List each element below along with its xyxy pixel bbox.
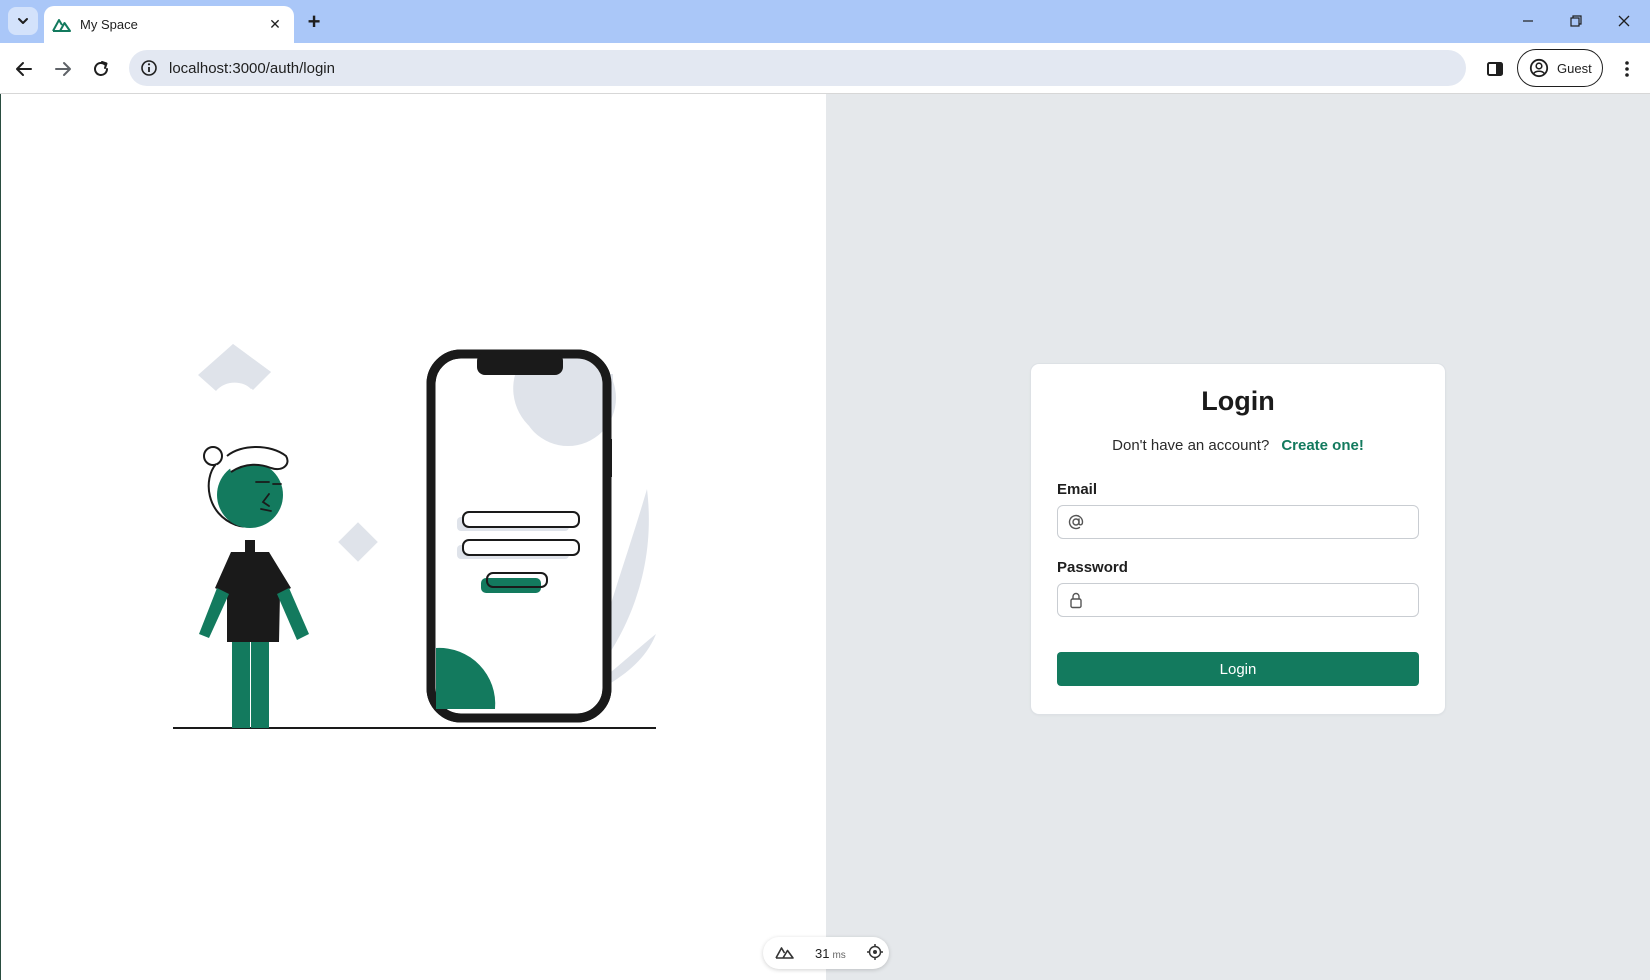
more-vertical-icon	[1625, 61, 1629, 77]
inspect-target-icon[interactable]	[866, 943, 884, 964]
create-account-link[interactable]: Create one!	[1281, 437, 1364, 454]
phone-notch	[477, 353, 563, 375]
password-input[interactable]	[1094, 585, 1418, 615]
restore-icon	[1570, 15, 1582, 27]
email-label: Email	[1057, 481, 1098, 498]
login-card: Login Don't have an account? Create one! …	[1031, 364, 1445, 714]
signup-prompt-line: Don't have an account? Create one!	[1031, 437, 1445, 454]
login-button[interactable]: Login	[1057, 652, 1419, 686]
account-circle-icon	[1529, 58, 1549, 78]
side-panel-icon	[1487, 62, 1503, 76]
nuxt-logo-icon[interactable]	[775, 945, 795, 962]
chevron-down-icon	[18, 18, 28, 24]
back-button[interactable]	[10, 55, 38, 83]
tab-search-button[interactable]	[8, 7, 38, 35]
tab-close-icon[interactable]: ✕	[266, 16, 284, 34]
password-label: Password	[1057, 559, 1128, 576]
login-title: Login	[1201, 386, 1275, 416]
nuxt-logo-icon	[52, 15, 72, 35]
page-content: Login Don't have an account? Create one! …	[0, 94, 1650, 980]
password-field[interactable]	[1057, 583, 1419, 617]
tab-title: My Space	[80, 17, 138, 32]
person-head	[217, 462, 283, 528]
illustration-pane	[0, 94, 826, 980]
address-bar[interactable]: localhost:3000/auth/login	[129, 50, 1466, 86]
window-restore-button[interactable]	[1560, 8, 1592, 34]
browser-tab-active[interactable]: My Space ✕	[44, 6, 294, 43]
decor-diamond	[338, 522, 378, 562]
render-time: 31 ms	[815, 945, 846, 961]
new-tab-button[interactable]: +	[302, 10, 326, 34]
at-sign-icon	[1058, 506, 1094, 538]
reload-button[interactable]	[87, 55, 115, 83]
nuxt-devtools-pill[interactable]: 31 ms	[763, 937, 889, 969]
lock-icon	[1058, 584, 1094, 616]
email-input[interactable]	[1094, 507, 1418, 537]
person-leg-right	[251, 642, 269, 728]
window-minimize-button[interactable]	[1512, 8, 1544, 34]
phone-side-button	[607, 439, 612, 477]
signup-prompt: Don't have an account?	[1112, 437, 1270, 454]
profile-label: Guest	[1557, 60, 1592, 76]
email-field[interactable]	[1057, 505, 1419, 539]
minimize-icon	[1523, 20, 1533, 22]
close-icon	[1618, 15, 1630, 27]
login-illustration	[173, 344, 656, 729]
person-arm-left	[199, 588, 229, 638]
decor-shape-top	[198, 344, 271, 391]
side-panel-button[interactable]	[1482, 56, 1508, 82]
window-close-button[interactable]	[1608, 8, 1640, 34]
profile-button[interactable]: Guest	[1517, 49, 1603, 87]
browser-tabstrip: My Space ✕ +	[0, 0, 1650, 43]
site-info-icon[interactable]	[139, 58, 159, 78]
reload-icon	[94, 61, 108, 76]
person-arm-right	[277, 588, 309, 640]
login-pane: Login Don't have an account? Create one! …	[826, 94, 1650, 980]
arrow-right-icon	[55, 62, 71, 76]
address-url[interactable]: localhost:3000/auth/login	[169, 60, 335, 77]
browser-toolbar: localhost:3000/auth/login Guest	[0, 43, 1650, 94]
arrow-left-icon	[16, 62, 32, 76]
browser-menu-button[interactable]	[1616, 56, 1638, 82]
forward-button[interactable]	[49, 55, 77, 83]
person-leg-left	[232, 642, 250, 728]
